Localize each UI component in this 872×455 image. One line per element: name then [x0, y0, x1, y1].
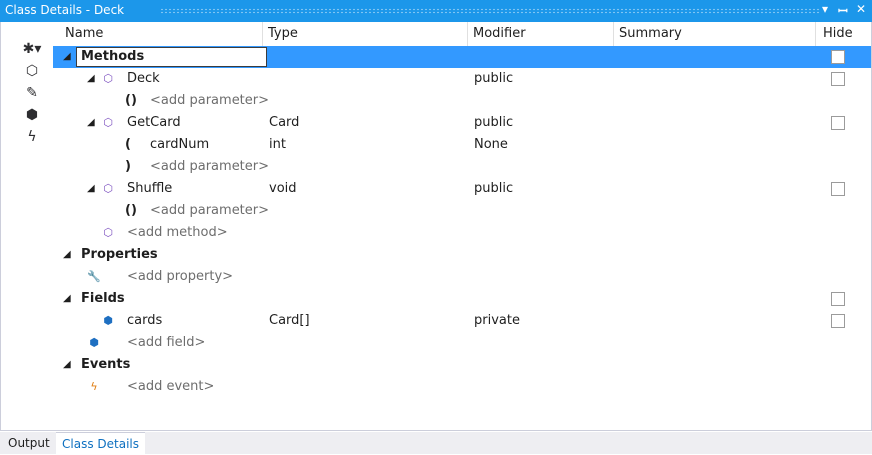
hide-checkbox[interactable]: [831, 314, 845, 328]
expand-triangle-icon[interactable]: ◢: [87, 112, 95, 134]
member-row[interactable]: ϟ <add event>: [53, 376, 871, 398]
collapse-triangle-icon[interactable]: ◢: [63, 46, 71, 68]
parameter-bracket-icon: (: [125, 137, 131, 152]
member-row[interactable]: () <add parameter>: [53, 200, 871, 222]
parameter-bracket-icon: (): [125, 93, 137, 108]
titlebar-grip: [160, 8, 820, 14]
column-header-modifier[interactable]: Modifier: [473, 22, 526, 46]
field-icon: ⬢: [89, 336, 99, 349]
member-name[interactable]: Deck: [127, 68, 160, 90]
window-title: Class Details - Deck: [5, 3, 125, 17]
member-row[interactable]: () <add parameter>: [53, 90, 871, 112]
parameter-bracket-icon: (): [125, 203, 137, 218]
member-row[interactable]: ⬡ <add method>: [53, 222, 871, 244]
method-icon: ⬡: [103, 182, 113, 195]
field-icon: ⬢: [103, 314, 113, 327]
modifier-cell[interactable]: None: [474, 134, 508, 156]
expand-triangle-icon[interactable]: ◢: [87, 68, 95, 90]
column-header-hide[interactable]: Hide: [823, 22, 853, 46]
group-label: Events: [81, 357, 131, 372]
add-parameter-placeholder[interactable]: <add parameter>: [150, 200, 269, 222]
close-icon[interactable]: ✕: [856, 2, 866, 16]
event-icon: ϟ: [90, 380, 98, 393]
member-name[interactable]: Shuffle: [127, 178, 172, 200]
group-label: Properties: [81, 247, 158, 262]
add-member-placeholder[interactable]: <add property>: [127, 266, 233, 288]
hide-checkbox[interactable]: [831, 116, 845, 130]
hide-checkbox[interactable]: [831, 50, 845, 64]
parameter-bracket-icon: ): [125, 159, 131, 174]
members-grid: Name Type Modifier Summary Hide ◢ Methods…: [53, 22, 871, 430]
new-event-icon[interactable]: ϟ: [21, 128, 43, 146]
new-member-icon[interactable]: ✱▾: [21, 40, 43, 58]
add-member-placeholder[interactable]: <add field>: [127, 332, 205, 354]
tab-output[interactable]: Output: [2, 432, 56, 454]
type-cell[interactable]: void: [269, 178, 297, 200]
method-icon: ⬡: [103, 116, 113, 129]
member-row[interactable]: ◢ ⬡ Deck public: [53, 68, 871, 90]
column-header-name[interactable]: Name: [65, 22, 103, 46]
method-icon: ⬡: [103, 72, 113, 85]
class-details-toolstrip: ✱▾ ⬡ ✎ ⬢ ϟ: [1, 22, 53, 430]
hide-checkbox[interactable]: [831, 72, 845, 86]
modifier-cell[interactable]: public: [474, 178, 513, 200]
collapse-triangle-icon[interactable]: ◢: [63, 288, 71, 310]
member-row[interactable]: ( cardNum int None: [53, 134, 871, 156]
type-cell[interactable]: Card: [269, 112, 299, 134]
add-parameter-placeholder[interactable]: <add parameter>: [150, 156, 269, 178]
modifier-cell[interactable]: private: [474, 310, 520, 332]
group-row[interactable]: ◢ Properties: [53, 244, 871, 266]
add-parameter-placeholder[interactable]: <add parameter>: [150, 90, 269, 112]
member-row[interactable]: ◢ ⬡ GetCard Card public: [53, 112, 871, 134]
new-property-icon[interactable]: ✎: [21, 84, 43, 102]
column-header-type[interactable]: Type: [268, 22, 298, 46]
new-field-icon[interactable]: ⬢: [21, 106, 43, 124]
bottom-tab-strip: Output Class Details: [0, 432, 872, 455]
member-name[interactable]: GetCard: [127, 112, 181, 134]
method-icon: ⬡: [103, 226, 113, 239]
column-header-summary[interactable]: Summary: [619, 22, 682, 46]
collapse-triangle-icon[interactable]: ◢: [63, 244, 71, 266]
group-name-field[interactable]: Methods: [76, 47, 267, 67]
column-separator[interactable]: [815, 22, 816, 46]
class-details-panel: ✱▾ ⬡ ✎ ⬢ ϟ Name Type Modifier Summary Hide ◢…: [0, 22, 872, 431]
expand-triangle-icon[interactable]: ◢: [87, 178, 95, 200]
add-member-placeholder[interactable]: <add event>: [127, 376, 214, 398]
member-row[interactable]: ◢ ⬡ Shuffle void public: [53, 178, 871, 200]
column-separator[interactable]: [467, 22, 468, 46]
group-row[interactable]: ◢ Fields: [53, 288, 871, 310]
member-row[interactable]: ⬢ <add field>: [53, 332, 871, 354]
group-row[interactable]: ◢ Events: [53, 354, 871, 376]
group-label: Fields: [81, 291, 125, 306]
group-row[interactable]: ◢ Methods: [53, 46, 871, 68]
add-member-placeholder[interactable]: <add method>: [127, 222, 228, 244]
pin-icon[interactable]: ꟷ: [838, 2, 848, 19]
tool-window-titlebar[interactable]: Class Details - Deck ▾ ꟷ ✕: [0, 0, 872, 22]
modifier-cell[interactable]: public: [474, 112, 513, 134]
dropdown-icon[interactable]: ▾: [822, 2, 828, 16]
member-row[interactable]: ⬢ cards Card[] private: [53, 310, 871, 332]
type-cell[interactable]: int: [269, 134, 286, 156]
type-cell[interactable]: Card[]: [269, 310, 310, 332]
member-name[interactable]: cards: [127, 310, 162, 332]
parameter-name[interactable]: cardNum: [150, 134, 209, 156]
column-separator[interactable]: [613, 22, 614, 46]
hide-checkbox[interactable]: [831, 182, 845, 196]
column-separator[interactable]: [262, 22, 263, 46]
member-row[interactable]: ) <add parameter>: [53, 156, 871, 178]
collapse-triangle-icon[interactable]: ◢: [63, 354, 71, 376]
member-row[interactable]: 🔧 <add property>: [53, 266, 871, 288]
tab-class-details[interactable]: Class Details: [56, 432, 145, 455]
wrench-icon: 🔧: [87, 270, 101, 283]
hide-checkbox[interactable]: [831, 292, 845, 306]
modifier-cell[interactable]: public: [474, 68, 513, 90]
new-method-icon[interactable]: ⬡: [21, 62, 43, 80]
